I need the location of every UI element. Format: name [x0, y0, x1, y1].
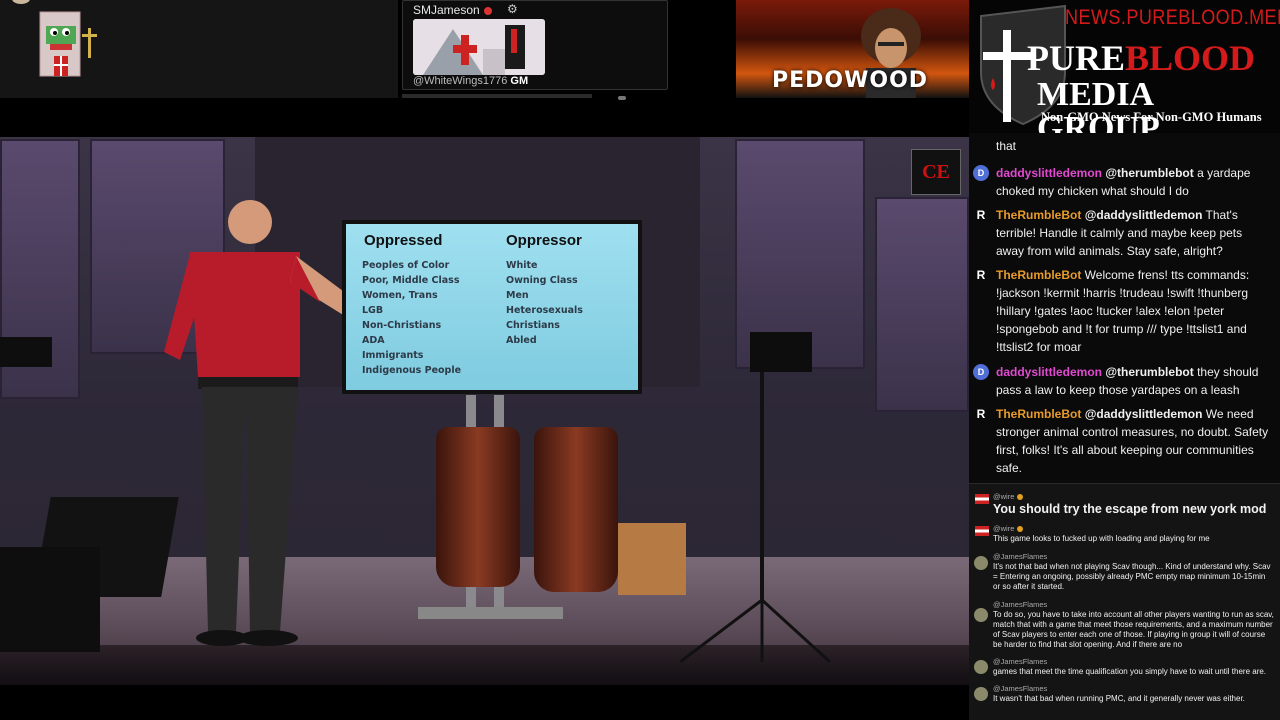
slide-item: Christians: [506, 320, 560, 331]
avatar[interactable]: [974, 687, 988, 701]
flag-icon: [975, 494, 989, 504]
badge-icon: [1017, 494, 1024, 501]
avatar[interactable]: D: [973, 165, 989, 181]
slide-item: ADA: [362, 335, 385, 346]
stream-overlay: SMJameson ⚙ @WhiteWings1776 GM PEDOWOOD …: [0, 0, 1280, 720]
chat-username[interactable]: daddyslittledemon: [996, 166, 1102, 180]
chat-mention[interactable]: @daddyslittledemon: [1085, 208, 1203, 222]
conga-drum: [534, 427, 618, 592]
slide-item: Owning Class: [506, 275, 578, 286]
chat-mention[interactable]: @daddyslittledemon: [1085, 407, 1203, 421]
chat2-message: @JamesFlames It wasn't that bad when run…: [969, 683, 1280, 705]
slide-right-list: White Owning Class Men Heterosexuals Chr…: [506, 258, 583, 348]
pureblood-logo: NEWS.PUREBLOOD.MEDIA PUREBLOOD MEDIA GRO…: [969, 0, 1280, 146]
slide-right-heading: Oppressor: [506, 232, 582, 249]
chat-username[interactable]: TheRumbleBot: [996, 268, 1081, 282]
chat2-username[interactable]: @JamesFlames: [993, 552, 1047, 561]
monitor-base: [418, 607, 563, 619]
chat2-text: It wasn't that bad when running PMC, and…: [993, 694, 1245, 703]
chat-message: D daddyslittledemon @therumblebot a yard…: [969, 164, 1280, 200]
avatar[interactable]: D: [973, 364, 989, 380]
chat2-text: You should try the escape from new york …: [993, 502, 1267, 516]
channel-watermark: CE: [911, 149, 961, 195]
chat2-username[interactable]: @wire: [993, 492, 1024, 501]
logo-tagline: Non-GMO News For Non-GMO Humans: [1041, 110, 1262, 124]
chat-username[interactable]: TheRumbleBot: [996, 407, 1081, 421]
chat-message: D daddyslittledemon @therumblebot they s…: [969, 363, 1280, 399]
presentation-monitor: Oppressed Oppressor Peoples of Color Poo…: [342, 220, 642, 394]
slide-item: White: [506, 260, 538, 271]
gear-icon[interactable]: ⚙: [507, 2, 518, 16]
scrollbar[interactable]: [402, 94, 592, 98]
chat2-username[interactable]: @JamesFlames: [993, 600, 1047, 609]
slide-item: Abled: [506, 335, 537, 346]
chat-message: R TheRumbleBot Welcome frens! tts comman…: [969, 266, 1280, 356]
slide-item: LGB: [362, 305, 384, 316]
avatar[interactable]: R: [973, 406, 989, 422]
live-chat[interactable]: that D daddyslittledemon @therumblebot a…: [969, 133, 1280, 483]
chat2-message: @wire You should try the escape from new…: [969, 490, 1280, 520]
user-avatar: [12, 0, 30, 4]
slide-item: Peoples of Color: [362, 260, 450, 271]
chat2-message: @JamesFlames It's not that bad when not …: [969, 550, 1280, 594]
post-image[interactable]: [413, 19, 545, 75]
slide: Oppressed Oppressor Peoples of Color Poo…: [346, 224, 638, 390]
secondary-chat[interactable]: @wire You should try the escape from new…: [969, 483, 1280, 720]
slide-item: Non-Christians: [362, 320, 442, 331]
slide-left-heading: Oppressed: [364, 232, 443, 249]
slide-item: Women, Trans: [362, 290, 438, 301]
slide-left-list: Peoples of Color Poor, Middle Class Wome…: [362, 258, 461, 378]
avatar[interactable]: R: [973, 267, 989, 283]
chat2-message: @wire This game looks to fucked up with …: [969, 522, 1280, 546]
user-post-card[interactable]: SMJameson ⚙ @WhiteWings1776 GM: [402, 0, 668, 90]
chat2-text: To do so, you have to take into account …: [993, 610, 1274, 649]
slide-item: Indigenous People: [362, 365, 462, 376]
chat2-text: It's not that bad when not playing Scav …: [993, 562, 1271, 591]
top-left-panel: [0, 0, 398, 98]
chat-message: R TheRumbleBot @daddyslittledemon That's…: [969, 206, 1280, 260]
pepe-crusader-icon: [39, 11, 97, 77]
crusader-image-icon: [413, 19, 545, 75]
wall-panel: [875, 197, 969, 412]
logo-url[interactable]: NEWS.PUREBLOOD.MEDIA: [1065, 6, 1280, 30]
chat2-username[interactable]: @JamesFlames: [993, 657, 1047, 666]
chat-mention[interactable]: @therumblebot: [1105, 365, 1193, 379]
chat-message: that: [996, 139, 1017, 153]
slide-item: Men: [506, 290, 529, 301]
slide-item: Poor, Middle Class: [362, 275, 460, 286]
speaker: [0, 547, 100, 652]
chat2-text: games that meet the time qualification y…: [993, 667, 1267, 676]
music-stand: [0, 337, 52, 367]
flag-icon: [975, 526, 989, 536]
tripod-stand: [680, 332, 832, 664]
cajon: [618, 523, 686, 595]
banner-image: PEDOWOOD: [736, 0, 969, 98]
chat-username[interactable]: daddyslittledemon: [996, 365, 1102, 379]
video-player[interactable]: Oppressed Oppressor Peoples of Color Poo…: [0, 137, 969, 685]
chat2-username[interactable]: @wire: [993, 524, 1024, 533]
slide-item: Heterosexuals: [506, 305, 583, 316]
avatar[interactable]: [974, 556, 988, 570]
post-handle: @WhiteWings1776 GM: [413, 75, 529, 87]
slide-item: Immigrants: [362, 350, 424, 361]
logo-title-line1: PUREBLOOD: [1027, 38, 1256, 78]
chat-mention[interactable]: @therumblebot: [1105, 166, 1193, 180]
chat2-username[interactable]: @JamesFlames: [993, 684, 1047, 693]
chat2-text: This game looks to fucked up with loadin…: [993, 534, 1210, 543]
avatar[interactable]: [974, 660, 988, 674]
chat-username[interactable]: TheRumbleBot: [996, 208, 1081, 222]
avatar[interactable]: R: [973, 207, 989, 223]
post-username[interactable]: SMJameson: [413, 3, 492, 17]
scroll-dot: [618, 96, 626, 100]
verified-icon: [483, 6, 492, 15]
badge-icon: [1017, 526, 1024, 533]
chat2-message: @JamesFlames games that meet the time qu…: [969, 656, 1280, 678]
chat-message: R TheRumbleBot @daddyslittledemon We nee…: [969, 405, 1280, 477]
conga-drum: [436, 427, 520, 587]
avatar[interactable]: [974, 608, 988, 622]
banner-text: PEDOWOOD: [772, 68, 929, 93]
